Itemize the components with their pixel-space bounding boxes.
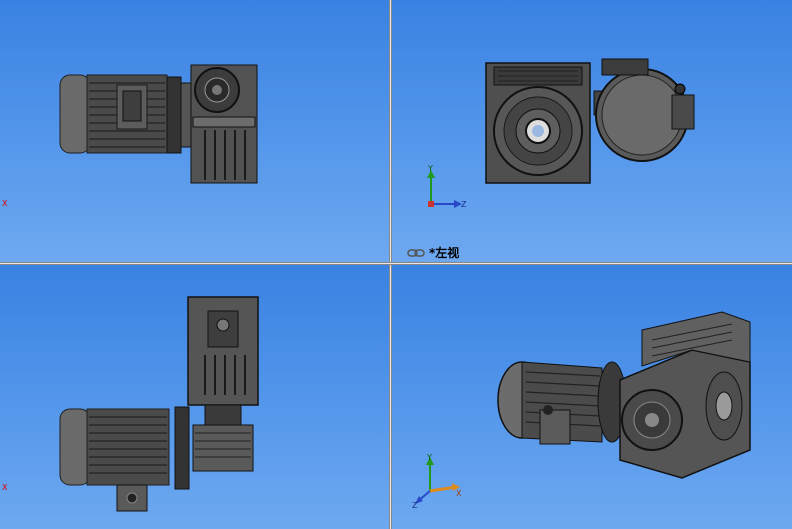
isometric-coordinate-triad: [415, 457, 460, 504]
triad-x-label-small: X: [2, 199, 8, 208]
viewport-splitter-horizontal[interactable]: [0, 262, 792, 265]
viewport-front[interactable]: X: [0, 0, 389, 262]
viewport-top[interactable]: X: [0, 265, 389, 529]
iso-triad-y-label: Y: [427, 453, 432, 462]
view-name-label: *左视: [407, 244, 459, 261]
iso-triad-x-label: X: [456, 489, 462, 498]
view-name-text: *左视: [429, 246, 460, 260]
viewport-left[interactable]: Y Z: [392, 0, 792, 262]
gear-motor-isometric-view: [497, 311, 751, 479]
viewport-isometric[interactable]: Y Z X: [392, 265, 792, 529]
link-views-icon[interactable]: [407, 248, 425, 258]
triad-x-label-small-bottom: X: [2, 483, 8, 492]
gear-motor-left-view: [485, 58, 695, 184]
gear-motor-front-view: [59, 64, 258, 184]
gear-motor-top-view: [59, 296, 259, 512]
iso-triad-z-label: Z: [412, 501, 418, 510]
triad-z-label: Z: [461, 200, 467, 209]
triad-y-label: Y: [428, 164, 433, 173]
